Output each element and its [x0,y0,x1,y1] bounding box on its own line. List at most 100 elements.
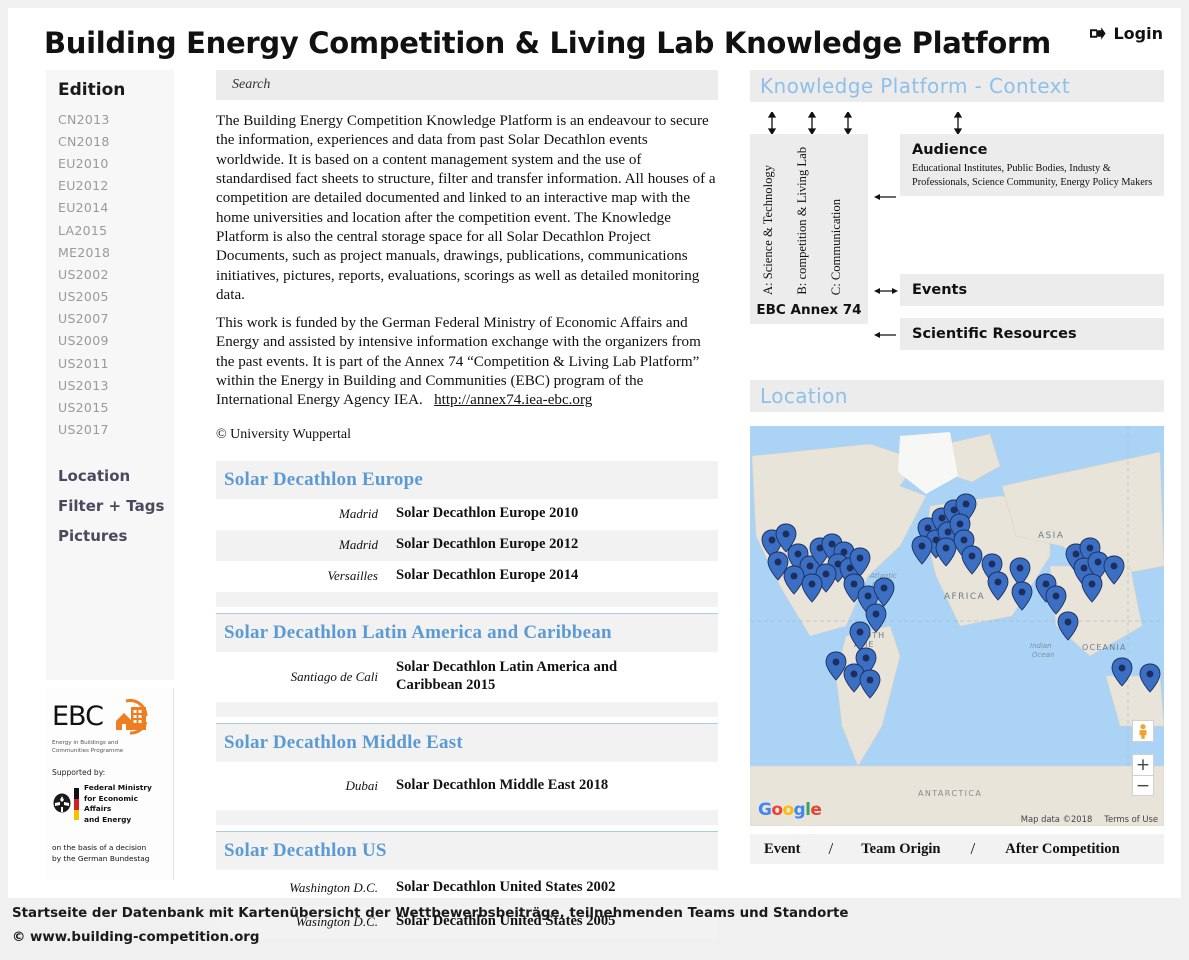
federal-eagle-icon [52,793,72,815]
table-header: Solar Decathlon US [216,830,718,870]
table-title: Solar Decathlon Latin America and Caribb… [224,621,612,643]
login-button[interactable]: Login [1090,24,1163,43]
sidebar-item-edition[interactable]: US2011 [46,352,174,374]
row-city: Madrid [339,537,378,553]
sidebar-item-edition[interactable]: EU2012 [46,175,174,197]
legend-event: Event [764,840,801,857]
login-label: Login [1113,24,1163,43]
table-row[interactable]: Washington D.C. Solar Decathlon United S… [216,870,718,906]
row-event-name: Solar Decathlon Europe 2012 [396,536,579,553]
connector-audience [874,190,898,202]
row-city: Versailles [327,568,378,584]
legend-separator: / [828,839,834,858]
row-city: Dubai [345,777,379,793]
row-event-name: Solar Decathlon Latin America and Caribb… [396,658,618,693]
sidebar-item-edition[interactable]: CN2018 [46,130,174,152]
table-title: Solar Decathlon Middle East [224,731,463,753]
table-row[interactable]: Dubai Solar Decathlon Middle East 2018 [216,762,718,810]
world-map[interactable]: ASIA AFRICA Atlantic Ocean SOUTH AME Ind… [750,426,1164,826]
page-canvas: Building Energy Competition & Living Lab… [8,8,1181,939]
sidebar-item-edition[interactable]: ME2018 [46,241,174,263]
supported-by-label: Supported by: [52,767,106,777]
connector-scientific [874,328,898,340]
intro-paragraph-1: The Building Energy Competition Knowledg… [216,113,716,303]
main-content: Search The Building Energy Competition K… [216,70,718,939]
edition-list: CN2013 CN2018 EU2010 EU2012 EU2014 LA201… [46,108,174,441]
pegman-street-view-icon[interactable] [1132,720,1154,742]
sidebar-item-edition[interactable]: EU2014 [46,197,174,219]
svg-text:ANTARCTICA: ANTARCTICA [918,789,982,798]
svg-text:AFRICA: AFRICA [944,592,985,602]
sidebar-item-edition[interactable]: US2005 [46,286,174,308]
table-row[interactable]: Madrid Solar Decathlon Europe 2012 [216,529,718,561]
row-event-name: Solar Decathlon Middle East 2018 [396,776,609,793]
zoom-out-button[interactable]: − [1132,775,1154,796]
zoom-in-button[interactable]: + [1132,754,1154,775]
google-logo: Google [758,800,822,820]
sidebar-item-edition[interactable]: US2007 [46,308,174,330]
map-canvas: ASIA AFRICA Atlantic Ocean SOUTH AME Ind… [750,426,1164,826]
sidebar-item-edition[interactable]: CN2013 [46,108,174,130]
table-latin-america: Solar Decathlon Latin America and Caribb… [216,612,718,717]
sidebar-item-edition[interactable]: EU2010 [46,152,174,174]
footer-caption: Startseite der Datenbank mit Kartenübers… [12,906,849,921]
diagram-label-competition: B: competition & Living Lab [795,147,809,295]
scientific-resources-box: Scientific Resources [900,318,1164,350]
table-row[interactable]: Santiago de Cali Solar Decathlon Latin A… [216,652,718,702]
search-placeholder: Search [232,77,271,92]
annex-label: EBC Annex 74 [756,302,862,318]
ministry-name: Federal Ministry for Economic Affairs an… [84,782,152,824]
audience-description: Educational Institutes, Public Bodies, I… [912,163,1153,188]
scientific-resources-title: Scientific Resources [912,326,1077,342]
audience-title: Audience [912,142,988,158]
diagram-label-communication: C: Communication [829,198,843,295]
table-footer-strip [216,701,718,717]
sidebar-item-location[interactable]: Location [46,461,174,491]
events-title: Events [912,282,968,298]
table-title: Solar Decathlon US [224,839,387,861]
legend-separator: / [970,839,976,858]
diagram-vertical-labels: A: Science & Technology B: competition &… [750,134,868,299]
legend-team-origin: Team Origin [861,840,941,857]
ebc-subtitle: Energy in Buildings and Communities Prog… [52,740,124,755]
row-event-name: Solar Decathlon Europe 2014 [396,567,579,584]
svg-text:Indian: Indian [1030,642,1052,650]
row-city: Madrid [339,506,378,522]
copyright-line: © University Wuppertal [216,426,352,442]
sign-in-icon [1090,26,1107,41]
ebc-building-icon [106,696,150,736]
sidebar-item-filter-tags[interactable]: Filter + Tags [46,491,174,521]
table-row[interactable]: Madrid Solar Decathlon Europe 2010 [216,499,718,530]
svg-text:ASIA: ASIA [1038,531,1064,541]
table-footer-strip [216,809,718,825]
table-footer-strip [216,591,718,607]
sidebar-item-edition[interactable]: US2015 [46,396,174,418]
location-panel-title: Location [760,384,848,408]
audience-box: Audience Educational Institutes, Public … [900,134,1164,196]
map-attribution: Map data ©2018 Terms of Use [1021,814,1158,824]
table-title: Solar Decathlon Europe [224,468,423,490]
location-panel-header: Location [750,380,1164,412]
row-city: Santiago de Cali [290,668,378,684]
row-city: Washington D.C. [289,879,378,895]
annex-link[interactable]: http://annex74.iea-ebc.org [434,392,592,408]
sidebar-heading: Edition [58,80,126,100]
search-input[interactable]: Search [216,70,718,100]
row-event-name: Solar Decathlon Europe 2010 [396,505,579,522]
bundestag-note: on the basis of a decision by the German… [52,842,150,863]
table-row[interactable]: Versailles Solar Decathlon Europe 2014 [216,561,718,592]
sidebar-item-edition[interactable]: US2013 [46,374,174,396]
sidebar-item-pictures[interactable]: Pictures [46,521,174,551]
sidebar-item-edition[interactable]: US2017 [46,419,174,441]
sidebar-item-edition[interactable]: US2009 [46,330,174,352]
terms-of-use-link[interactable]: Terms of Use [1104,814,1158,824]
footer-source[interactable]: © www.building-competition.org [12,930,848,945]
map-data-label: Map data ©2018 [1020,814,1093,824]
context-panel-header: Knowledge Platform - Context [750,70,1164,102]
german-flag-icon [74,788,79,821]
sidebar-item-edition[interactable]: US2002 [46,263,174,285]
table-header: Solar Decathlon Latin America and Caribb… [216,612,718,652]
row-event-name: Solar Decathlon United States 2002 [396,878,616,895]
sidebar-item-edition[interactable]: LA2015 [46,219,174,241]
